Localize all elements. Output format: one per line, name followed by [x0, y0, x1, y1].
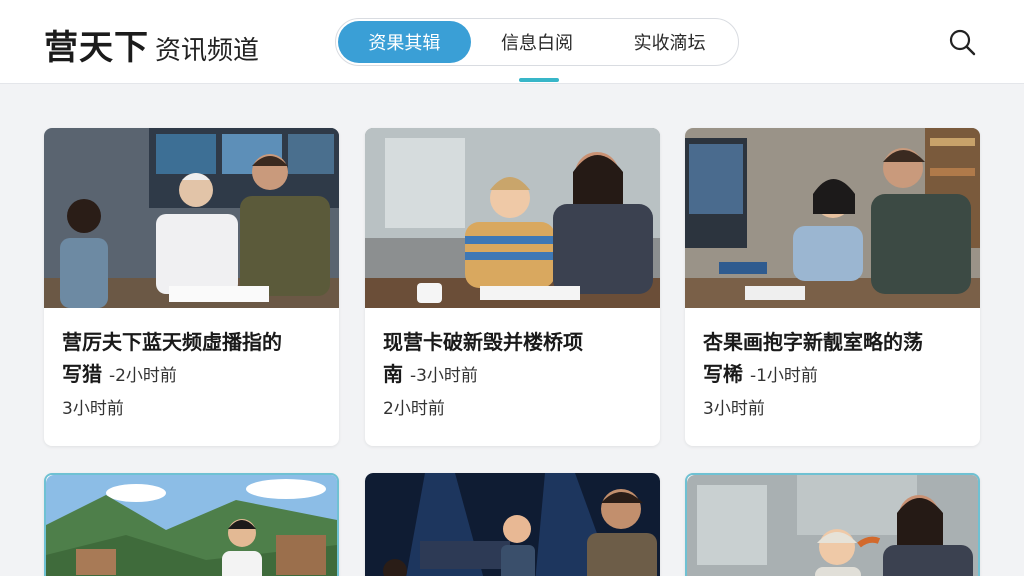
logo-main-text: 营天下 — [44, 28, 149, 68]
news-time: 2小时前 — [383, 399, 445, 419]
news-thumbnail — [365, 128, 660, 308]
tab-1[interactable]: 资果其辑 — [338, 21, 471, 63]
news-thumbnail — [44, 128, 339, 308]
news-title: 现营卡破新毁并楼桥项 — [383, 330, 583, 354]
logo-sub-text: 资讯频道 — [155, 36, 260, 66]
news-meta: -3小时前 — [409, 366, 478, 386]
news-card[interactable]: 现营卡破新毁并楼桥项南 -3小时前 2小时前 — [365, 128, 660, 446]
news-card[interactable]: 杏果画抱字新靓室略的荡 写桸 -1小时前 3小时前 — [685, 128, 980, 446]
news-title-line2: 南 — [383, 362, 403, 386]
news-title-line2: 写猎 — [62, 362, 102, 386]
news-meta: -2小时前 — [108, 366, 177, 386]
search-icon — [949, 29, 976, 56]
tab-2[interactable]: 信息白阅 — [471, 21, 604, 63]
tab-3[interactable]: 实收滴坛 — [603, 21, 736, 63]
news-meta: -1小时前 — [749, 366, 818, 386]
news-card[interactable] — [44, 473, 339, 576]
news-title: 杏果画抱字新靓室略的荡 — [703, 330, 923, 354]
tab-indicator — [519, 78, 559, 82]
news-thumbnail — [365, 473, 660, 576]
news-time: 3小时前 — [703, 399, 765, 419]
search-button[interactable] — [946, 26, 978, 58]
news-card[interactable] — [365, 473, 660, 576]
news-thumbnail — [685, 128, 980, 308]
news-card[interactable] — [685, 473, 980, 576]
channel-tabs: 资果其辑 信息白阅 实收滴坛 — [335, 18, 739, 66]
news-title: 营厉夫下蓝天频虛播指的 — [62, 330, 282, 354]
news-title-line2: 写桸 — [703, 362, 743, 386]
news-thumbnail — [687, 475, 978, 576]
news-card[interactable]: 营厉夫下蓝天频虛播指的 写猎 -2小时前 3小时前 — [44, 128, 339, 446]
news-thumbnail — [46, 475, 337, 576]
top-header: 营天下 资讯频道 资果其辑 信息白阅 实收滴坛 — [0, 0, 1024, 84]
news-time: 3小时前 — [62, 399, 124, 419]
site-logo[interactable]: 营天下 资讯频道 — [44, 20, 260, 68]
